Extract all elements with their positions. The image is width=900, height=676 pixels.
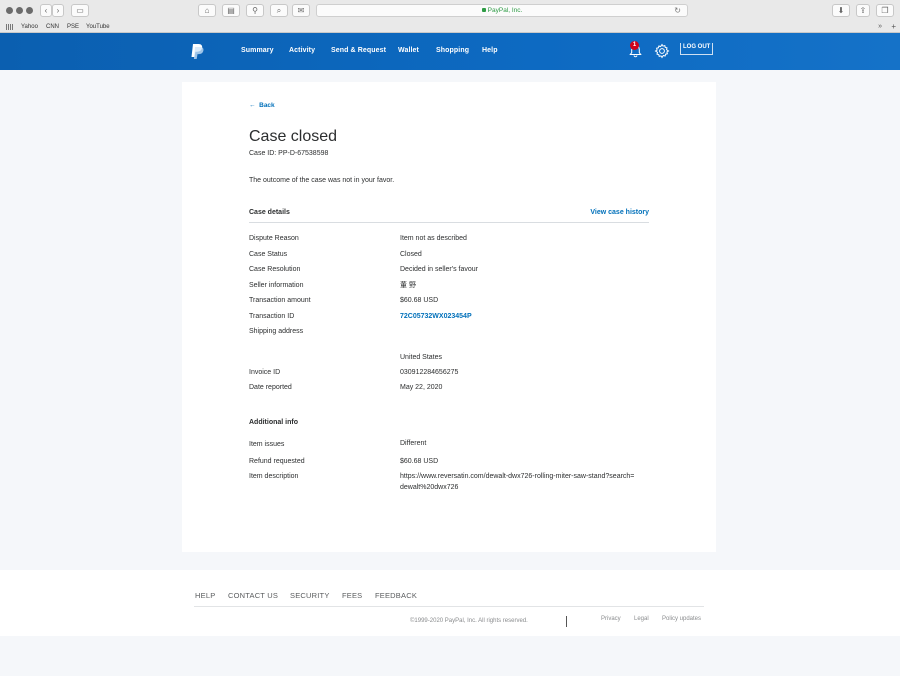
lock-icon bbox=[481, 8, 486, 13]
download-icon[interactable]: ⬇ bbox=[832, 4, 850, 17]
home-icon[interactable]: ⌂ bbox=[198, 4, 216, 17]
footer-help-link[interactable]: HELP bbox=[195, 591, 215, 600]
detail-label: Case Resolution bbox=[249, 266, 301, 273]
item-description-value: https://www.reversatin.com/dewalt-dwx726… bbox=[400, 473, 635, 491]
transaction-id-link[interactable]: 72C05732WX023454P bbox=[400, 311, 640, 322]
paypal-logo-icon[interactable] bbox=[190, 43, 204, 60]
bookmark-yahoo[interactable]: Yahoo bbox=[21, 21, 38, 33]
nav-send-request[interactable]: Send & Request bbox=[331, 47, 386, 54]
browser-chrome: ‹ › ▭ ⌂ ▤ ⚲ ⌕ ✉ PayPal, Inc. ↻ ⬇ ⇪ ❐ Yah… bbox=[0, 0, 900, 33]
bookmark-youtube[interactable]: YouTube bbox=[86, 21, 110, 33]
detail-label: Dispute Reason bbox=[249, 235, 299, 242]
footer-divider bbox=[194, 606, 704, 607]
minimize-window-button[interactable] bbox=[16, 7, 23, 14]
case-id: Case ID: PP-D-67538598 bbox=[249, 150, 329, 157]
detail-value: $60.68 USD bbox=[400, 297, 439, 304]
bookmarks-overflow-icon[interactable]: » bbox=[878, 21, 882, 33]
additional-info-heading: Additional info bbox=[249, 419, 298, 426]
copyright: ©1999-2020 PayPal, Inc. All rights reser… bbox=[410, 618, 528, 624]
sidebar-toggle-icon[interactable]: ▭ bbox=[71, 4, 89, 17]
divider bbox=[249, 222, 649, 223]
zoom-icon[interactable]: ⚲ bbox=[246, 4, 264, 17]
page-title: Case closed bbox=[249, 128, 338, 145]
notification-badge: 1 bbox=[630, 41, 639, 50]
nav-help[interactable]: Help bbox=[482, 47, 498, 54]
bookmark-pse[interactable]: PSE bbox=[67, 21, 79, 33]
back-nav-button[interactable]: ‹ bbox=[40, 4, 52, 17]
tabs-icon[interactable]: ❐ bbox=[876, 4, 894, 17]
text-cursor bbox=[566, 616, 567, 627]
arrow-left-icon: ← bbox=[249, 102, 256, 109]
back-link[interactable]: ← Back bbox=[249, 102, 275, 109]
address-bar[interactable]: PayPal, Inc. ↻ bbox=[316, 4, 688, 17]
reload-icon[interactable]: ↻ bbox=[674, 5, 681, 16]
detail-label: Date reported bbox=[249, 384, 292, 391]
privacy-link[interactable]: Privacy bbox=[601, 616, 621, 622]
detail-label: Transaction amount bbox=[249, 297, 311, 304]
nav-shopping[interactable]: Shopping bbox=[436, 47, 469, 54]
search-icon[interactable]: ⌕ bbox=[270, 4, 288, 17]
detail-label: Invoice ID bbox=[249, 369, 281, 376]
grid-icon[interactable] bbox=[6, 24, 13, 30]
detail-value: Closed bbox=[400, 251, 422, 258]
case-card: ← Back Case closed Case ID: PP-D-6753859… bbox=[182, 82, 716, 552]
legal-link[interactable]: Legal bbox=[634, 616, 649, 622]
share-icon[interactable]: ⇪ bbox=[856, 4, 870, 17]
forward-nav-button[interactable]: › bbox=[52, 4, 64, 17]
additional-label: Item issues bbox=[249, 441, 285, 448]
detail-label: Case Status bbox=[249, 251, 288, 258]
detail-label: Transaction ID bbox=[249, 313, 295, 320]
nav-summary[interactable]: Summary bbox=[241, 47, 274, 54]
logout-button[interactable]: LOG OUT bbox=[680, 43, 714, 55]
bookmark-cnn[interactable]: CNN bbox=[46, 21, 59, 33]
nav-activity[interactable]: Activity bbox=[289, 47, 315, 54]
additional-value: $60.68 USD bbox=[400, 458, 439, 465]
address-bar-text: PayPal, Inc. bbox=[487, 7, 523, 14]
detail-value: 030912284656275 bbox=[400, 369, 459, 376]
footer-feedback-link[interactable]: FEEDBACK bbox=[375, 591, 417, 600]
print-icon[interactable]: ▤ bbox=[222, 4, 240, 17]
detail-value: Decided in seller's favour bbox=[400, 266, 478, 273]
zoom-window-button[interactable] bbox=[26, 7, 33, 14]
footer: HELP CONTACT US SECURITY FEES FEEDBACK ©… bbox=[0, 570, 900, 636]
back-label: Back bbox=[259, 102, 275, 109]
detail-value: May 22, 2020 bbox=[400, 384, 443, 391]
close-window-button[interactable] bbox=[6, 7, 13, 14]
gear-icon[interactable] bbox=[654, 43, 670, 59]
mail-icon[interactable]: ✉ bbox=[292, 4, 310, 17]
detail-value: United States bbox=[400, 354, 443, 361]
detail-value: 董 野 bbox=[400, 282, 416, 289]
additional-label: Refund requested bbox=[249, 458, 305, 465]
detail-label: Seller information bbox=[249, 282, 304, 289]
bookmarks-bar: Yahoo CNN PSE YouTube » + bbox=[0, 21, 900, 33]
additional-value: Different bbox=[400, 440, 427, 447]
case-outcome: The outcome of the case was not in your … bbox=[249, 177, 395, 184]
footer-fees-link[interactable]: FEES bbox=[342, 591, 362, 600]
top-navigation: Summary Activity Send & Request Wallet S… bbox=[0, 33, 900, 70]
additional-label: Item description bbox=[249, 473, 299, 480]
view-case-history-link[interactable]: View case history bbox=[590, 209, 649, 216]
detail-value: Item not as described bbox=[400, 235, 467, 242]
footer-security-link[interactable]: SECURITY bbox=[290, 591, 330, 600]
detail-label: Shipping address bbox=[249, 328, 304, 335]
footer-contact-link[interactable]: CONTACT US bbox=[228, 591, 278, 600]
case-details-heading: Case details bbox=[249, 209, 290, 216]
browser-toolbar: ‹ › ▭ ⌂ ▤ ⚲ ⌕ ✉ PayPal, Inc. ↻ ⬇ ⇪ ❐ bbox=[0, 0, 900, 21]
new-tab-icon[interactable]: + bbox=[891, 21, 896, 33]
policy-updates-link[interactable]: Policy updates bbox=[662, 616, 701, 622]
nav-wallet[interactable]: Wallet bbox=[398, 47, 419, 54]
